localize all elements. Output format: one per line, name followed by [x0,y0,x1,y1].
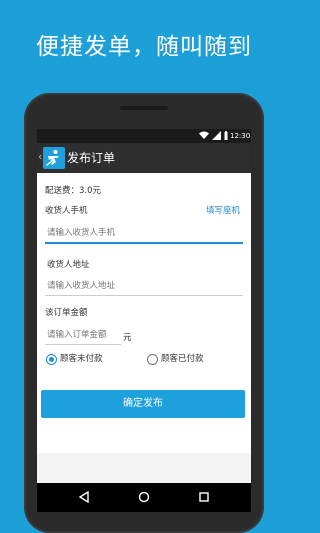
order-amount-input[interactable] [47,325,119,345]
home-circle-icon[interactable] [138,491,150,503]
app-logo[interactable] [43,147,65,169]
delivery-fee-text: 配送费：3.0元 [45,186,102,196]
back-triangle-icon[interactable] [78,491,90,503]
status-bar: 12:30 [37,129,251,143]
system-nav-bar [37,483,251,512]
unpaid-radio-label[interactable]: 顾客未付款 [60,353,103,365]
promo-headline: 便捷发单，随叫随到 [36,34,252,60]
page-title: 发布订单 [67,151,116,165]
paid-radio-label[interactable]: 顾客已付款 [161,353,204,365]
receiver-phone-input[interactable] [47,223,242,243]
app-screen: 12:30 ‹ 发布订单 配送费：3.0元 收货人手机 填写座机 收货人地址 该… [37,129,251,483]
unpaid-radio[interactable] [46,354,57,365]
receiver-address-underline [45,295,243,296]
receiver-address-label: 收货人地址 [47,260,90,270]
wifi-icon [199,131,209,139]
landline-link[interactable]: 填写座机 [206,205,240,217]
recents-square-icon[interactable] [198,491,210,503]
paid-radio[interactable] [147,354,158,365]
order-amount-label: 该订单金额 [45,308,88,318]
order-amount-underline [45,344,121,345]
battery-icon [224,131,228,140]
receiver-address-input[interactable] [47,276,242,296]
signal-icon [212,131,221,140]
amount-unit-label: 元 [123,333,132,343]
submit-order-button[interactable]: 确定发布 [41,390,245,418]
phone-speaker [120,106,168,110]
receiver-phone-underline [45,242,243,244]
status-time: 12:30 [230,132,251,140]
app-bar: ‹ 发布订单 [37,143,251,173]
receiver-phone-label: 收货人手机 [45,206,88,216]
